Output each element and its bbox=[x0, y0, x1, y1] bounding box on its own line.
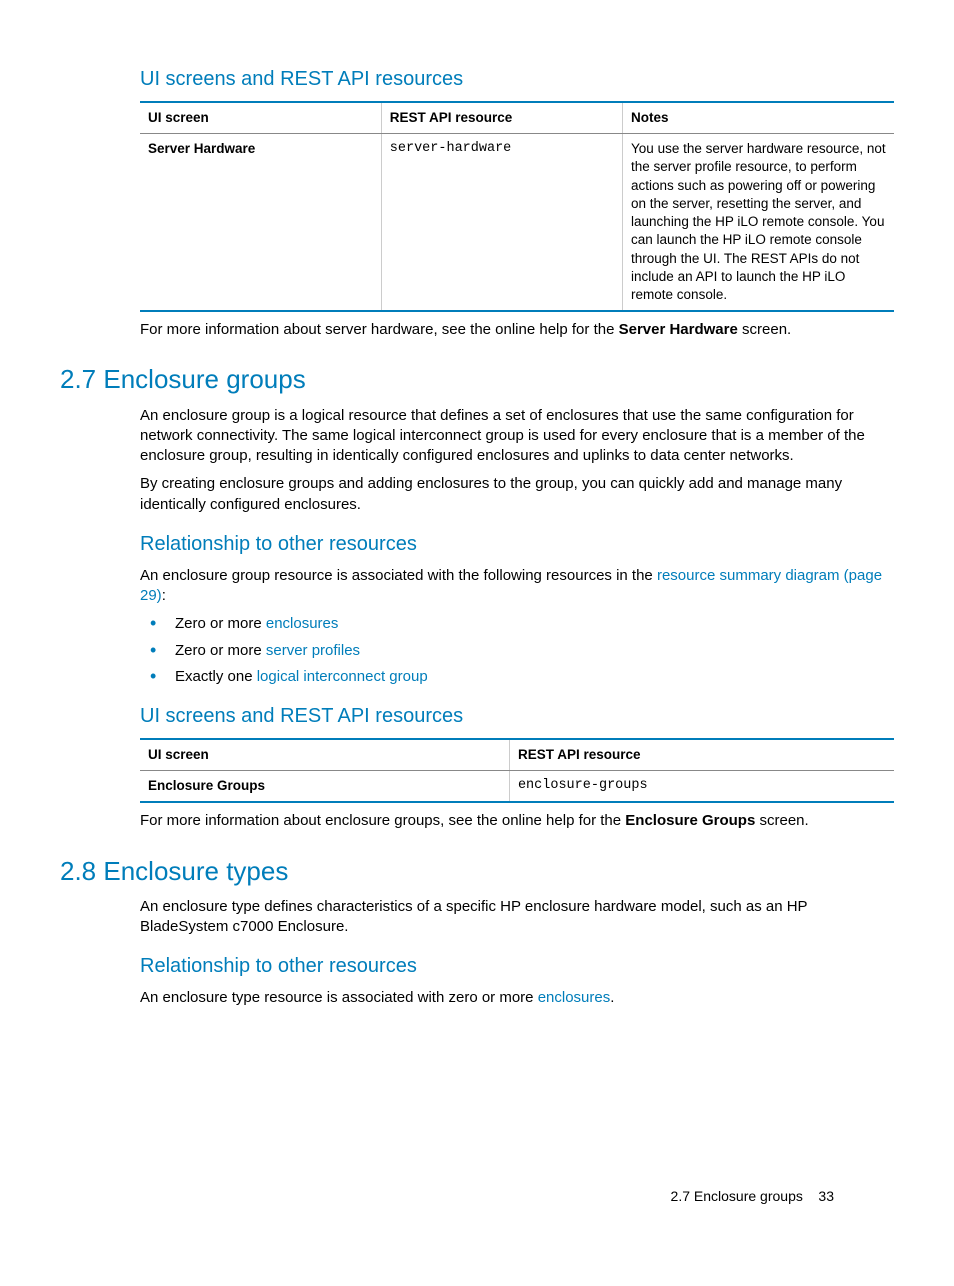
th-notes: Notes bbox=[623, 102, 894, 134]
td-notes: You use the server hardware resource, no… bbox=[623, 134, 894, 311]
link-enclosures-28[interactable]: enclosures bbox=[538, 989, 611, 1006]
subsection-heading-27-rel: Relationship to other resources bbox=[140, 531, 894, 558]
para-27-rel: An enclosure group resource is associate… bbox=[140, 566, 894, 607]
list-item: Exactly one logical interconnect group bbox=[140, 667, 894, 687]
th-rest-api: REST API resource bbox=[509, 739, 894, 771]
para-27-1: An enclosure group is a logical resource… bbox=[140, 406, 894, 467]
para-27-2: By creating enclosure groups and adding … bbox=[140, 474, 894, 515]
para-28-1: An enclosure type defines characteristic… bbox=[140, 897, 894, 938]
list-item: Zero or more enclosures bbox=[140, 614, 894, 634]
table-server-hardware: UI screen REST API resource Notes Server… bbox=[140, 101, 894, 312]
bullet-list-27: Zero or more enclosures Zero or more ser… bbox=[140, 614, 894, 687]
link-server-profiles[interactable]: server profiles bbox=[266, 642, 360, 659]
para-27-info: For more information about enclosure gro… bbox=[140, 811, 894, 831]
heading-27-enclosure-groups: 2.7 Enclosure groups bbox=[60, 362, 894, 397]
td-rest-api: server-hardware bbox=[381, 134, 622, 311]
link-logical-interconnect-group[interactable]: logical interconnect group bbox=[257, 668, 428, 685]
link-enclosures[interactable]: enclosures bbox=[266, 615, 339, 632]
subsection-heading-ui-rest-a: UI screens and REST API resources bbox=[140, 66, 894, 93]
th-ui-screen: UI screen bbox=[140, 739, 509, 771]
td-ui-screen: Enclosure Groups bbox=[140, 771, 509, 803]
th-rest-api: REST API resource bbox=[381, 102, 622, 134]
subsection-heading-27-ui: UI screens and REST API resources bbox=[140, 703, 894, 730]
heading-28-enclosure-types: 2.8 Enclosure types bbox=[60, 854, 894, 889]
td-ui-screen: Server Hardware bbox=[140, 134, 381, 311]
list-item: Zero or more server profiles bbox=[140, 641, 894, 661]
para-server-hw-info: For more information about server hardwa… bbox=[140, 320, 894, 340]
para-28-rel: An enclosure type resource is associated… bbox=[140, 988, 894, 1008]
table-enclosure-groups: UI screen REST API resource Enclosure Gr… bbox=[140, 738, 894, 803]
page-footer: 2.7 Enclosure groups 33 bbox=[671, 1187, 834, 1206]
subsection-heading-28-rel: Relationship to other resources bbox=[140, 953, 894, 980]
td-rest-api: enclosure-groups bbox=[509, 771, 894, 803]
th-ui-screen: UI screen bbox=[140, 102, 381, 134]
